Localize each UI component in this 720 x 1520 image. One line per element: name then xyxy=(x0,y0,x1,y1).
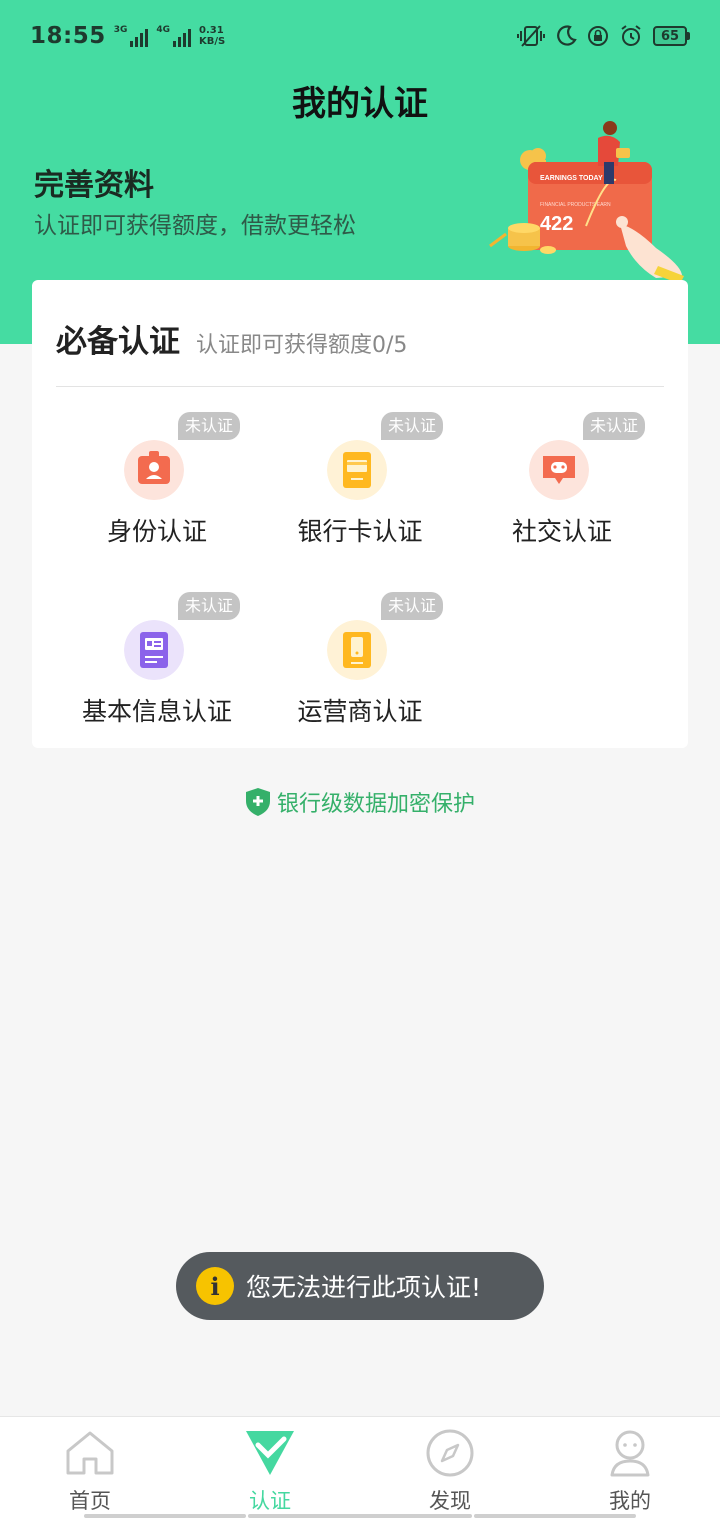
social-verification-item[interactable]: 未认证 社交认证 xyxy=(461,412,663,562)
security-text: 银行级数据加密保护 xyxy=(276,792,475,817)
earnings-small-text: FINANCIAL PRODUCTS EARN xyxy=(540,202,611,208)
tab-label: 认证 xyxy=(249,1489,291,1513)
toast-text: 您无法进行此项认证! xyxy=(246,1273,482,1302)
signal-icon: 3G xyxy=(114,25,149,47)
required-verification-card: 必备认证 认证即可获得额度0/5 未认证 身份认证 未认证 银行卡认证 未认证 xyxy=(32,280,688,748)
bottom-tab-bar: 首页 认证 发现 我的 xyxy=(0,1416,720,1520)
verify-check-icon xyxy=(246,1431,294,1475)
unverified-badge: 未认证 xyxy=(178,412,241,440)
bank-card-verification-item[interactable]: 未认证 银行卡认证 xyxy=(259,412,461,562)
divider xyxy=(56,386,664,387)
toast-message: i 您无法进行此项认证! xyxy=(176,1252,544,1320)
earnings-amount: 422 xyxy=(540,213,573,235)
id-verification-item[interactable]: 未认证 身份认证 xyxy=(56,412,258,562)
chat-icon xyxy=(529,440,589,500)
home-indicator xyxy=(474,1514,636,1518)
tab-home[interactable]: 首页 xyxy=(0,1417,180,1520)
security-note: 银行级数据加密保护 xyxy=(0,786,720,818)
moon-icon xyxy=(557,25,577,46)
carrier-verification-item[interactable]: 未认证 运营商认证 xyxy=(259,592,461,742)
unverified-badge: 未认证 xyxy=(381,412,444,440)
battery-level: 65 xyxy=(653,26,687,46)
home-indicator xyxy=(84,1514,246,1518)
unverified-badge: 未认证 xyxy=(178,592,241,620)
item-label: 银行卡认证 xyxy=(297,517,423,546)
item-label: 基本信息认证 xyxy=(81,697,232,726)
profile-icon xyxy=(610,1430,650,1477)
info-icon: i xyxy=(196,1267,234,1305)
item-label: 社交认证 xyxy=(511,517,612,546)
lock-rotation-icon xyxy=(588,26,608,46)
status-time: 18:55 xyxy=(30,23,106,49)
status-bar: 18:55 3G 4G 0.31 KB/S 65 xyxy=(0,0,720,72)
profile-subtitle: 认证即可获得额度，借款更轻松 xyxy=(34,213,356,239)
earnings-illustration: EARNINGS TODAY FINANCIAL PRODUCTS EARN 4… xyxy=(489,121,684,284)
item-label: 身份认证 xyxy=(106,517,207,546)
info-form-icon xyxy=(124,620,184,680)
card-title: 必备认证 xyxy=(56,324,180,360)
id-badge-icon xyxy=(124,440,184,500)
compass-icon xyxy=(426,1429,474,1477)
network-type-1: 3G xyxy=(113,25,128,35)
item-label: 运营商认证 xyxy=(297,697,423,726)
network-type-2: 4G xyxy=(156,25,171,35)
network-speed: 0.31 KB/S xyxy=(199,25,225,47)
tab-label: 发现 xyxy=(429,1489,471,1513)
bank-card-icon xyxy=(327,440,387,500)
shield-icon xyxy=(245,788,270,816)
home-icon xyxy=(66,1431,114,1475)
earnings-header: EARNINGS TODAY xyxy=(540,175,603,182)
tab-mine[interactable]: 我的 xyxy=(540,1417,720,1520)
tab-label: 我的 xyxy=(609,1489,651,1513)
speed-value: 0.31 xyxy=(199,25,224,36)
phone-icon xyxy=(327,620,387,680)
card-subtitle: 认证即可获得额度0/5 xyxy=(196,333,408,358)
speed-unit: KB/S xyxy=(199,36,226,47)
battery-icon: 65 xyxy=(653,26,690,46)
home-indicator xyxy=(248,1514,472,1518)
unverified-badge: 未认证 xyxy=(381,592,444,620)
signal-icon: 4G xyxy=(156,25,192,47)
vibrate-icon xyxy=(517,25,545,47)
basic-info-verification-item[interactable]: 未认证 基本信息认证 xyxy=(56,592,258,742)
tab-verify[interactable]: 认证 xyxy=(180,1417,360,1520)
profile-title: 完善资料 xyxy=(34,168,154,203)
alarm-icon xyxy=(621,25,641,46)
unverified-badge: 未认证 xyxy=(583,412,646,440)
tab-label: 首页 xyxy=(69,1489,111,1513)
tab-discover[interactable]: 发现 xyxy=(360,1417,540,1520)
